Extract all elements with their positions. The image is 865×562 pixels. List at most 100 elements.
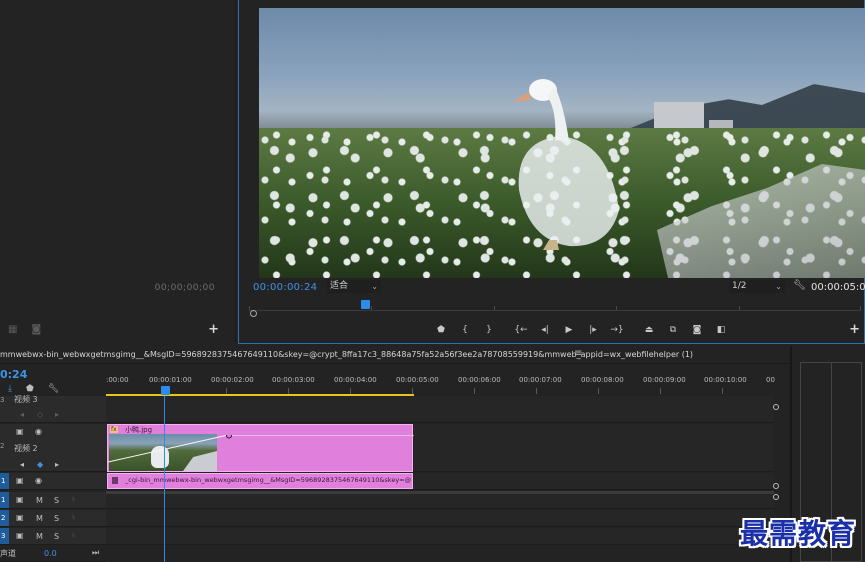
- scroll-handle[interactable]: [773, 404, 779, 410]
- microphone-icon[interactable]: ♮: [72, 495, 75, 504]
- track-number: 3: [1, 532, 6, 540]
- timeline-tools: ⤓ ⬟ 🔧︎: [8, 384, 59, 394]
- prev-keyframe-icon[interactable]: ◂: [20, 410, 24, 419]
- track-lane-v3[interactable]: [106, 396, 774, 423]
- master-volume-value[interactable]: 0.0: [44, 549, 57, 558]
- ruler-label: 00:00:06:00: [458, 376, 501, 384]
- toggle-sync-lock-icon[interactable]: ▣: [16, 476, 24, 485]
- timeline-timecode[interactable]: 0:24: [0, 368, 27, 381]
- track-lane-a3[interactable]: [106, 528, 774, 545]
- track-lane-a1[interactable]: [106, 494, 774, 509]
- go-to-out-icon[interactable]: →}: [605, 323, 629, 337]
- track-number: 1: [1, 477, 6, 485]
- source-monitor-panel: 00;00;00;00 ▦ ◙ +: [0, 0, 236, 342]
- lift-icon[interactable]: ⏏: [637, 323, 661, 337]
- ruler-label: 00:00:05:00: [396, 376, 439, 384]
- timeline-ruler[interactable]: :00:00 00:00:01:00 00:00:02:00 00:00:03:…: [106, 372, 775, 398]
- add-marker-icon[interactable]: ⬟: [429, 323, 453, 337]
- track-header-v3: 3 视频 3 ◂ ◇ ▸: [0, 394, 106, 423]
- next-keyframe-icon[interactable]: ▸: [55, 460, 59, 469]
- toggle-sync-lock-icon[interactable]: ▣: [16, 427, 24, 436]
- mute-button[interactable]: M: [36, 532, 43, 541]
- program-time-ruler[interactable]: [249, 296, 861, 314]
- playback-resolution-dropdown[interactable]: 1/2 ⌄: [729, 280, 785, 293]
- track-number: 1: [1, 496, 6, 504]
- program-video-frame[interactable]: [259, 8, 865, 278]
- fx-badge: fx: [110, 426, 118, 433]
- keyframe-icon[interactable]: ◇: [37, 410, 43, 419]
- prev-keyframe-icon[interactable]: ◂: [20, 460, 24, 469]
- zoom-fit-value: 适合: [330, 281, 349, 291]
- go-to-in-icon[interactable]: {←: [509, 323, 533, 337]
- track-header-a2: 2 ▣ M S ♮: [0, 510, 106, 527]
- keyframe-point[interactable]: [226, 435, 232, 439]
- track-name[interactable]: 视频 3: [14, 394, 38, 405]
- eye-icon[interactable]: ◉: [35, 427, 42, 436]
- microphone-icon[interactable]: ♮: [72, 513, 75, 522]
- timeline-playhead[interactable]: [161, 386, 170, 395]
- program-in-point-handle[interactable]: [250, 310, 257, 317]
- play-icon[interactable]: ▶: [557, 323, 581, 337]
- wrench-icon[interactable]: 🔧︎: [48, 384, 59, 394]
- camera-icon[interactable]: ◙: [31, 324, 41, 335]
- keyframe-icon[interactable]: ◆: [37, 460, 43, 469]
- ruler-label: 00:00:07:00: [519, 376, 562, 384]
- scroll-handle[interactable]: [773, 494, 779, 500]
- mute-button[interactable]: M: [36, 514, 43, 523]
- watermark-logo: 最需教育: [740, 517, 857, 550]
- compare-view-icon[interactable]: ◧: [709, 323, 733, 337]
- track-lane-a2[interactable]: [106, 510, 774, 527]
- next-keyframe-icon[interactable]: ▸: [55, 410, 59, 419]
- wrench-icon[interactable]: 🔧︎: [793, 280, 806, 291]
- program-playhead[interactable]: [361, 300, 370, 309]
- solo-button[interactable]: S: [54, 532, 59, 541]
- sequence-tab[interactable]: mmwebwx-bin_webwxgetmsgimg__&MsgID=59689…: [0, 350, 693, 359]
- solo-button[interactable]: S: [54, 496, 59, 505]
- playhead-line[interactable]: [164, 396, 165, 562]
- zoom-fit-dropdown[interactable]: 适合 ⌄: [327, 280, 381, 293]
- export-frame-icon[interactable]: ▦: [8, 324, 17, 335]
- marker-icon[interactable]: ⬟: [26, 384, 34, 394]
- track-header-v2: ▣ ◉ 2 视频 2 ◂ ◆ ▸: [0, 424, 106, 472]
- ruler-label: 00:00:10:00: [704, 376, 747, 384]
- program-current-timecode[interactable]: 00:00:00:24: [253, 282, 317, 293]
- timeline-clip-v2[interactable]: fx 小鸭.jpg: [107, 424, 414, 472]
- panel-menu-icon[interactable]: ≡: [574, 348, 582, 359]
- track-name[interactable]: 视频 2: [14, 443, 38, 454]
- chevron-down-icon: ⌄: [775, 282, 782, 291]
- ruler-label: 00:00:02:00: [211, 376, 254, 384]
- toggle-sync-lock-icon[interactable]: ▣: [16, 513, 24, 522]
- mark-out-icon[interactable]: }: [477, 323, 501, 337]
- microphone-icon[interactable]: ♮: [72, 531, 75, 540]
- timeline-clip-v1[interactable]: _cgi-bin_mmwebwx-bin_webwxgetmsgimg__&Ms…: [107, 473, 413, 489]
- clip-name: _cgi-bin_mmwebwx-bin_webwxgetmsgimg__&Ms…: [125, 476, 411, 484]
- source-add-button[interactable]: +: [208, 322, 219, 337]
- program-duration: 00:00:05:00: [811, 282, 865, 293]
- eye-icon[interactable]: ◉: [35, 476, 42, 485]
- mark-in-icon[interactable]: {: [453, 323, 477, 337]
- track-header-v1: 1 ▣ ◉: [0, 473, 106, 490]
- scroll-handle[interactable]: [773, 483, 779, 489]
- ruler-label: 00: [766, 376, 775, 384]
- track-number: 2: [1, 514, 6, 522]
- ruler-label: 00:00:03:00: [272, 376, 315, 384]
- ruler-label: 00:00:09:00: [643, 376, 686, 384]
- camera-icon[interactable]: ◙: [685, 323, 709, 337]
- ruler-label: :00:00: [106, 376, 129, 384]
- toggle-sync-lock-icon[interactable]: ▣: [16, 531, 24, 540]
- snap-icon[interactable]: ⤓: [8, 384, 12, 394]
- opacity-keyframe-line[interactable]: [108, 435, 414, 465]
- mute-button[interactable]: M: [36, 496, 43, 505]
- toggle-sync-lock-icon[interactable]: ▣: [16, 495, 24, 504]
- master-track-name: 声道: [0, 549, 16, 558]
- program-monitor-panel: 00:00:00:24 适合 ⌄ 1/2 ⌄ 🔧︎ 00:00:05:00 ⬟ …: [238, 0, 865, 344]
- source-timecode[interactable]: 00;00;00;00: [155, 283, 215, 293]
- solo-button[interactable]: S: [54, 514, 59, 523]
- go-to-end-icon[interactable]: ⏭: [92, 548, 99, 558]
- program-add-button[interactable]: +: [849, 322, 860, 337]
- extract-icon[interactable]: ⧉: [661, 323, 685, 337]
- step-back-icon[interactable]: ◂|: [533, 323, 557, 337]
- track-header-a3: 3 ▣ M S ♮: [0, 528, 106, 545]
- ruler-label: 00:00:01:00: [149, 376, 192, 384]
- step-forward-icon[interactable]: |▸: [581, 323, 605, 337]
